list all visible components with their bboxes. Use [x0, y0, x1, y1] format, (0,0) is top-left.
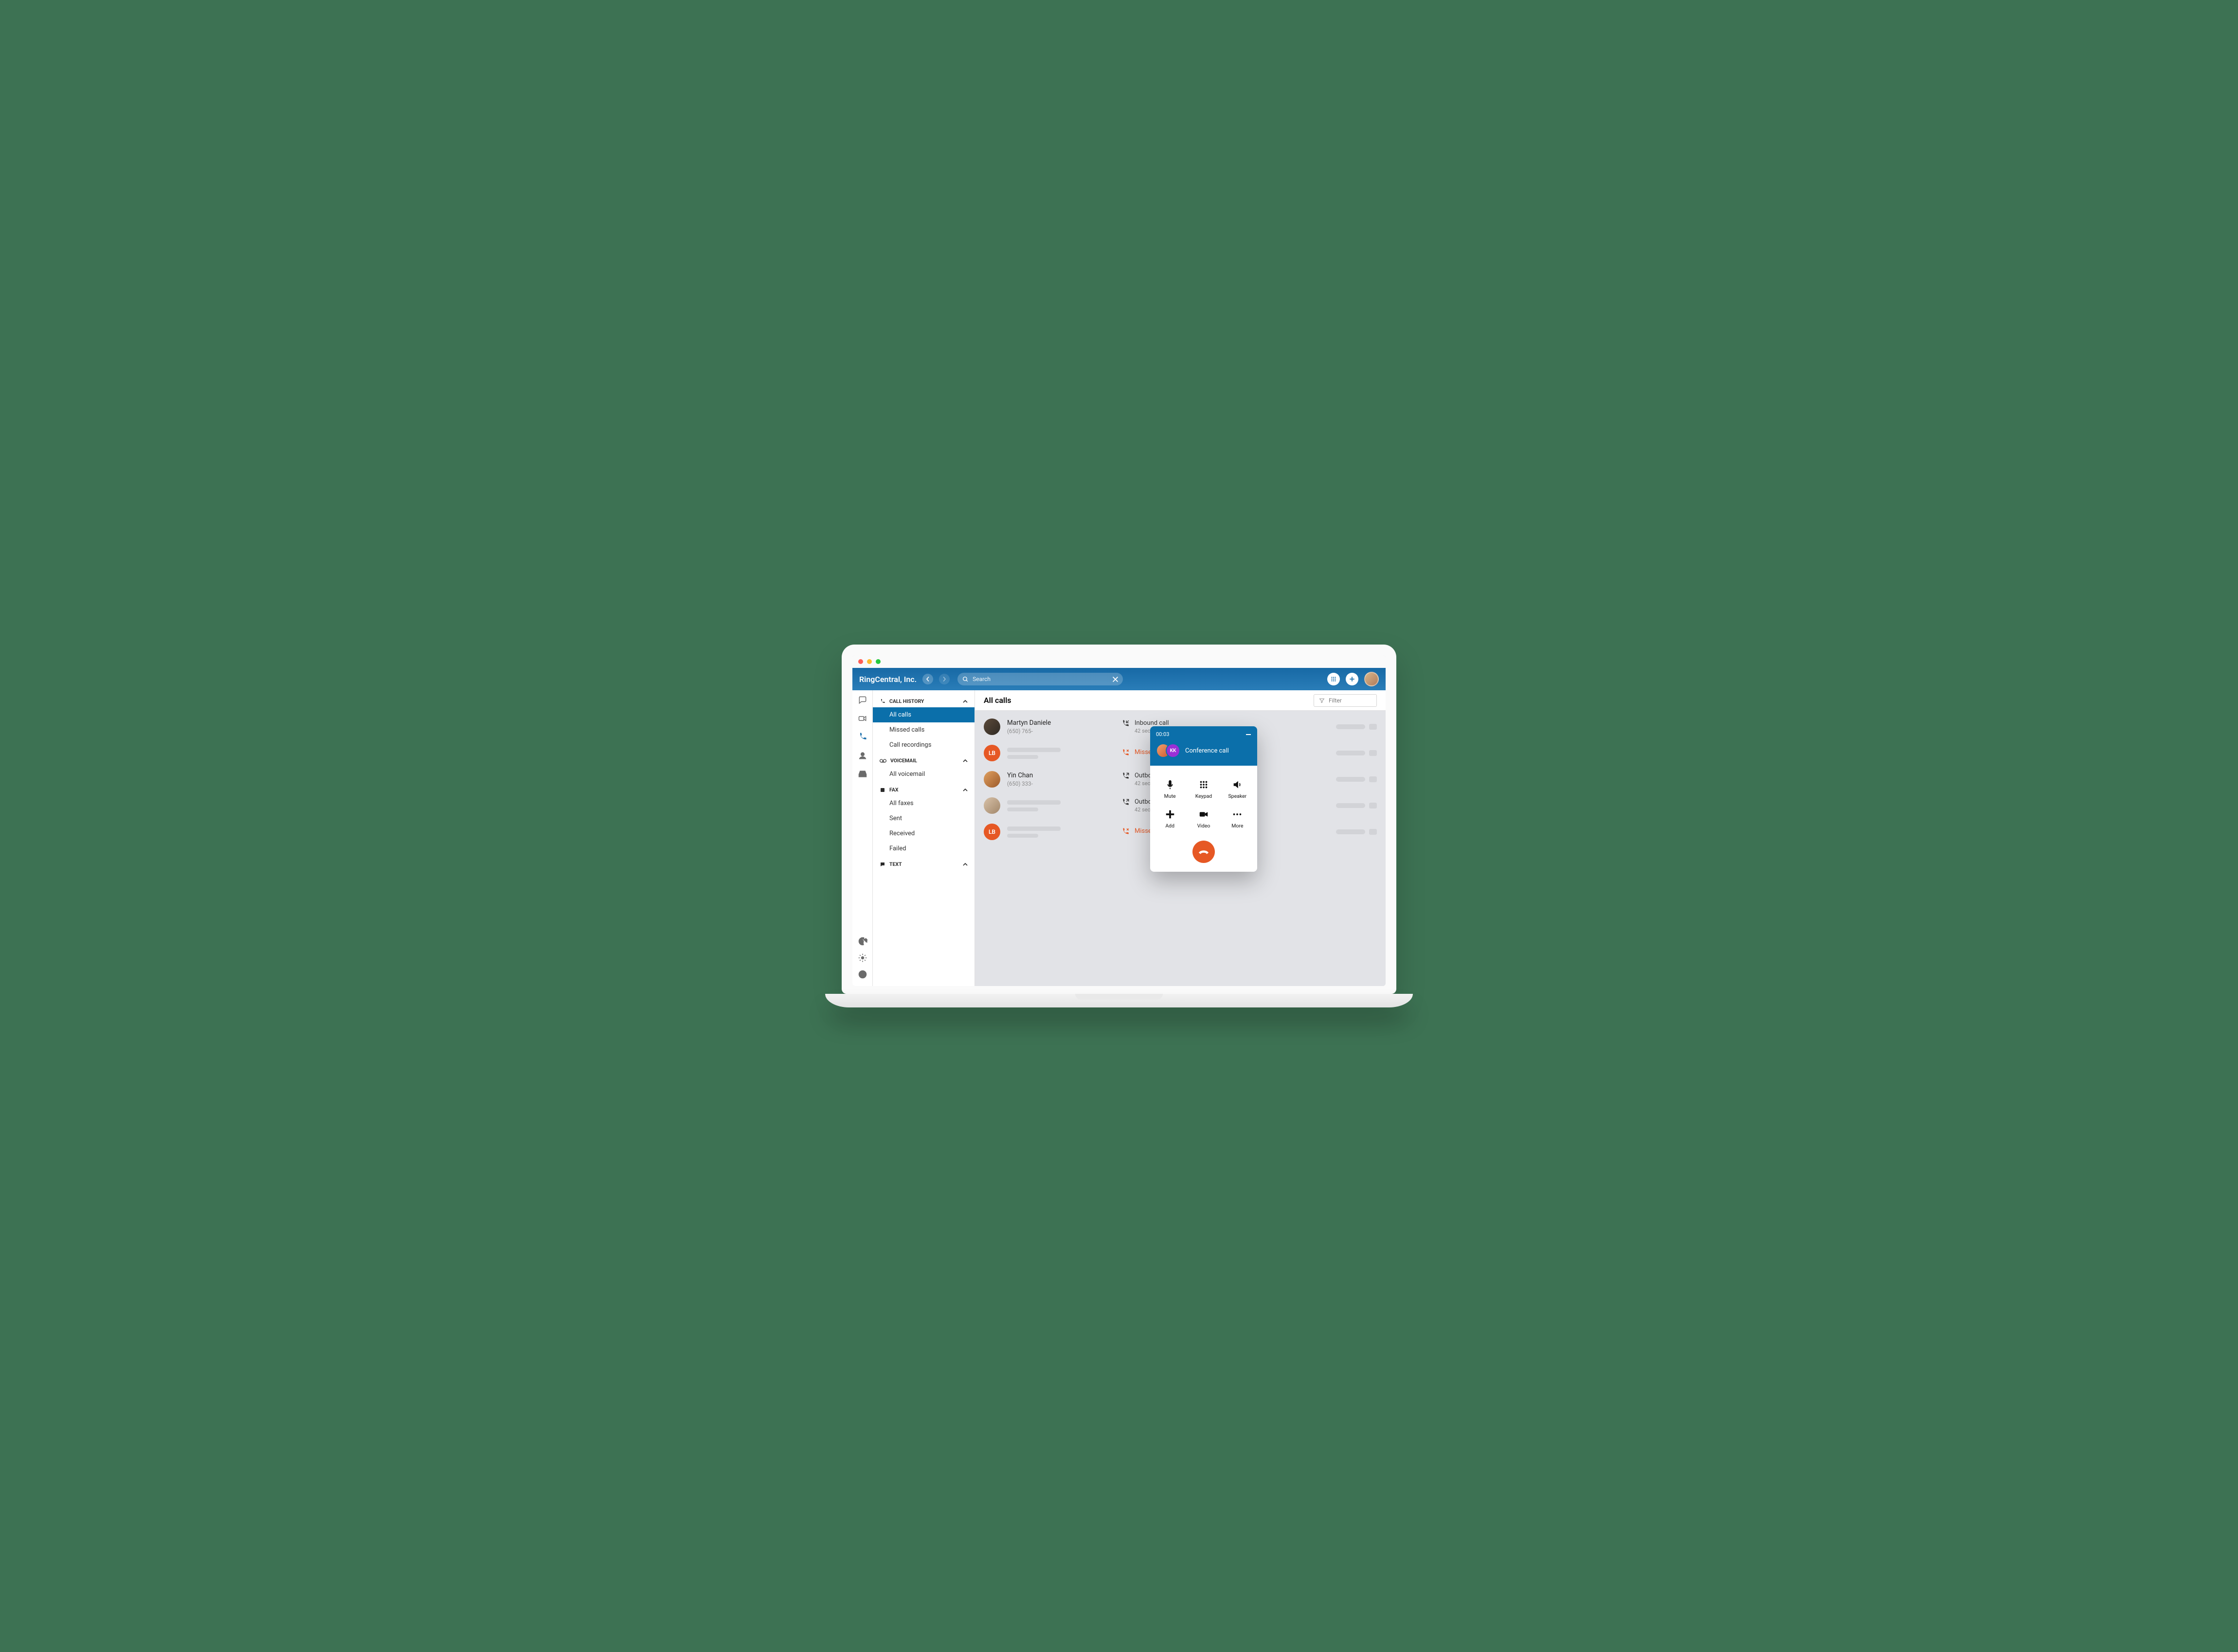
clear-search-icon[interactable]	[1113, 677, 1118, 682]
window-close-dot[interactable]	[858, 659, 863, 664]
sidebar-item-failed[interactable]: Failed	[873, 841, 975, 856]
dialpad-button[interactable]	[1327, 673, 1340, 685]
nav-back-button[interactable]	[922, 674, 933, 684]
help-icon[interactable]	[858, 970, 867, 979]
video-button[interactable]: Video	[1187, 804, 1220, 834]
add-button[interactable]: Add	[1153, 804, 1187, 834]
outbound-call-icon	[1121, 772, 1130, 781]
caller-name: Martyn Daniele	[1007, 719, 1114, 727]
avatar: LB	[984, 745, 1000, 761]
window-zoom-dot[interactable]	[876, 659, 881, 664]
laptop-base	[825, 994, 1413, 1007]
video-icon[interactable]	[858, 714, 867, 723]
app-header: RingCentral, Inc.	[852, 668, 1386, 690]
placeholder-line	[1007, 748, 1061, 752]
placeholder-line	[1007, 755, 1038, 759]
chevron-up-icon	[963, 758, 968, 763]
end-call-button[interactable]	[1192, 841, 1215, 863]
page-title: All calls	[984, 696, 1011, 705]
chevron-up-icon	[963, 699, 968, 704]
new-button[interactable]	[1346, 673, 1358, 685]
chevron-up-icon	[963, 788, 968, 792]
main-header: All calls Filter	[975, 690, 1386, 711]
section-label: VOICEMAIL	[890, 757, 917, 764]
keypad-button[interactable]: Keypad	[1187, 774, 1220, 804]
avatar	[984, 718, 1000, 735]
section-label: FAX	[889, 787, 899, 793]
window-minimize-dot[interactable]	[867, 659, 872, 664]
brand-title: RingCentral, Inc.	[859, 675, 917, 684]
fax-icon	[880, 787, 885, 793]
caller-phone: (650) 333-	[1007, 780, 1114, 787]
search-input[interactable]	[973, 676, 1109, 682]
sidebar-item-all-voicemail[interactable]: All voicemail	[873, 767, 975, 782]
section-label: CALL HISTORY	[889, 698, 924, 704]
active-call-window[interactable]: 00:03 KK Conference call Mute Keypad Sp	[1150, 726, 1257, 872]
caller-phone: (650) 765-	[1007, 728, 1114, 735]
search-field[interactable]	[957, 673, 1123, 685]
mute-button[interactable]: Mute	[1153, 774, 1187, 804]
call-type: Inbound call	[1135, 719, 1169, 727]
section-text[interactable]: TEXT	[873, 856, 975, 870]
section-label: TEXT	[889, 861, 902, 867]
sidebar-item-all-faxes[interactable]: All faxes	[873, 796, 975, 811]
phone-icon[interactable]	[858, 732, 867, 742]
missed-call-icon	[1121, 827, 1130, 836]
nav-forward-button[interactable]	[939, 674, 950, 684]
caller-name: Yin Chan	[1007, 772, 1114, 779]
text-icon	[880, 862, 885, 867]
window-titlebar	[852, 655, 1386, 668]
speaker-button[interactable]: Speaker	[1221, 774, 1254, 804]
call-timer: 00:03	[1156, 731, 1169, 737]
avatar	[984, 771, 1000, 788]
avatar: LB	[984, 824, 1000, 840]
sidebar-item-missed-calls[interactable]: Missed calls	[873, 722, 975, 737]
contacts-icon[interactable]	[858, 751, 867, 760]
phone-small-icon	[880, 699, 885, 704]
row-actions	[1336, 724, 1377, 730]
settings-icon[interactable]	[858, 953, 867, 963]
inbox-icon[interactable]	[858, 769, 867, 779]
minimize-icon[interactable]	[1245, 732, 1251, 737]
more-button[interactable]: More	[1221, 804, 1254, 834]
filter-label: Filter	[1329, 697, 1342, 704]
messages-icon[interactable]	[858, 695, 867, 705]
outbound-call-icon	[1121, 798, 1130, 807]
section-voicemail[interactable]: VOICEMAIL	[873, 753, 975, 767]
main-pane: All calls Filter Martyn Daniele (650) 76…	[975, 690, 1386, 986]
avatar	[984, 797, 1000, 814]
nav-rail	[852, 690, 873, 986]
sidebar-item-call-recordings[interactable]: Call recordings	[873, 737, 975, 753]
participant-avatars: KK	[1156, 743, 1180, 758]
chevron-up-icon	[963, 862, 968, 867]
section-call-history[interactable]: CALL HISTORY	[873, 693, 975, 707]
sidebar: CALL HISTORY All calls Missed calls Call…	[873, 690, 975, 986]
apps-icon[interactable]	[858, 936, 867, 946]
inbound-call-icon	[1121, 719, 1130, 728]
filter-icon	[1319, 698, 1325, 703]
profile-avatar[interactable]	[1364, 672, 1379, 686]
sidebar-item-all-calls[interactable]: All calls	[873, 707, 975, 722]
section-fax[interactable]: FAX	[873, 782, 975, 796]
filter-button[interactable]: Filter	[1314, 694, 1377, 707]
sidebar-item-received[interactable]: Received	[873, 826, 975, 841]
participant-initials: KK	[1166, 743, 1180, 758]
missed-call-icon	[1121, 749, 1130, 757]
voicemail-icon	[880, 758, 886, 763]
call-title: Conference call	[1185, 747, 1229, 754]
sidebar-item-sent[interactable]: Sent	[873, 811, 975, 826]
search-icon	[962, 676, 969, 682]
